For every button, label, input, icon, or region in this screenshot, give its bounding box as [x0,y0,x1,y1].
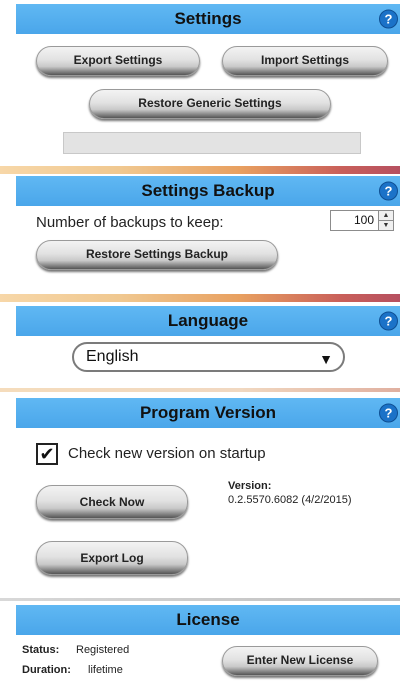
checkmark-icon: ✔ [39,443,55,464]
section-divider [0,294,400,302]
export-settings-button[interactable]: Export Settings [36,46,200,76]
restore-generic-settings-button[interactable]: Restore Generic Settings [89,89,331,119]
license-title: License [176,610,240,629]
language-selected-value: English [86,348,139,365]
export-log-button[interactable]: Export Log [36,541,188,575]
dropdown-arrow-icon: ▼ [319,351,333,367]
language-select[interactable]: English ▼ [72,342,345,372]
settings-progress-bar [63,132,361,154]
check-on-startup-checkbox[interactable]: ✔ [36,443,58,465]
check-now-button[interactable]: Check Now [36,485,188,519]
status-label: Status: [22,644,60,656]
help-icon[interactable]: ? [379,181,398,201]
duration-label: Duration: [22,664,71,676]
backup-count-label: Number of backups to keep: [36,214,224,231]
language-title: Language [167,311,249,330]
enter-new-license-button[interactable]: Enter New License [222,646,378,676]
help-icon[interactable]: ? [379,311,398,331]
backup-count-value[interactable]: 100 [331,211,378,230]
program-version-title: Program Version [139,403,277,422]
section-divider [0,166,400,174]
version-value: 0.2.5570.6082 (4/2/2015) [228,494,352,506]
settings-backup-header: Settings Backup ? [16,176,400,206]
settings-backup-title: Settings Backup [141,181,275,200]
section-divider [0,598,400,601]
license-header: License [16,605,400,635]
help-icon[interactable]: ? [379,9,398,29]
help-icon[interactable]: ? [379,403,398,423]
restore-settings-backup-button[interactable]: Restore Settings Backup [36,240,278,270]
status-value: Registered [76,644,130,656]
section-divider [0,388,400,392]
duration-value: lifetime [88,664,123,676]
language-header: Language ? [16,306,400,336]
backup-count-stepper[interactable]: 100 ▲ ▼ [330,210,394,231]
settings-title: Settings [174,9,242,28]
check-on-startup-label: Check new version on startup [68,445,266,462]
stepper-down-icon[interactable]: ▼ [379,221,393,230]
stepper-up-icon[interactable]: ▲ [379,211,393,221]
import-settings-button[interactable]: Import Settings [222,46,388,76]
program-version-header: Program Version ? [16,398,400,428]
version-heading: Version: [228,480,272,492]
settings-header: Settings ? [16,4,400,34]
